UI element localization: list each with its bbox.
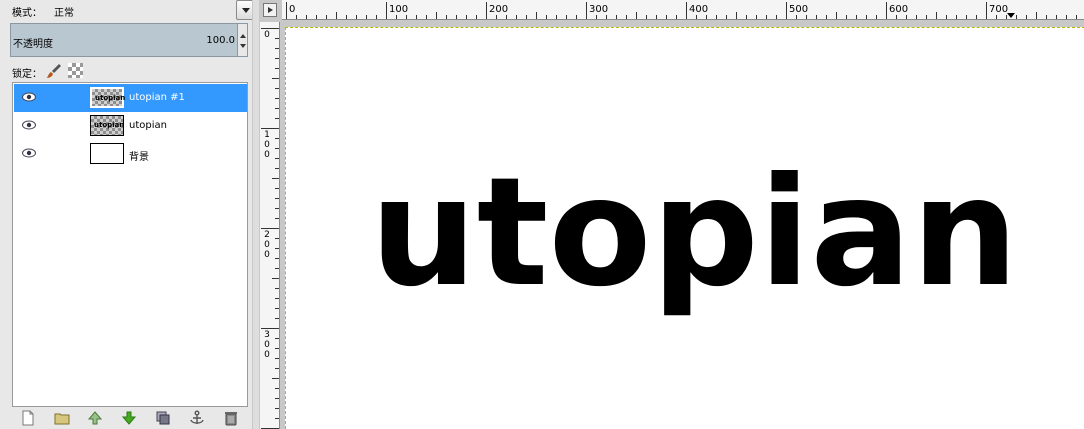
anchor-layer-icon[interactable] bbox=[189, 410, 205, 426]
image-canvas[interactable]: utopian bbox=[285, 27, 1084, 429]
thumbnail-text: utopian bbox=[95, 94, 126, 102]
eye-icon[interactable] bbox=[22, 92, 36, 102]
mode-row: 模式： 正常 bbox=[8, 0, 256, 22]
layers-toolbar bbox=[12, 409, 248, 427]
ruler-label: 200 bbox=[264, 230, 270, 260]
ruler-label: 300 bbox=[589, 4, 609, 15]
opacity-label: 不透明度 bbox=[13, 39, 53, 50]
layer-group-icon[interactable] bbox=[54, 410, 70, 426]
horizontal-ruler[interactable]: 0 100 200 300 400 500 600 700 bbox=[282, 0, 1084, 20]
lock-row: 锁定： bbox=[12, 62, 248, 80]
layer-thumbnail: utopian bbox=[90, 87, 126, 108]
ruler-label: 100 bbox=[389, 4, 409, 15]
ruler-label: 0 bbox=[264, 30, 270, 40]
lock-pixels-brush-icon[interactable] bbox=[46, 63, 62, 79]
layer-row-utopian-1[interactable]: utopian utopian #1 bbox=[14, 84, 247, 112]
opacity-slider[interactable]: 不透明度 100.0 bbox=[10, 23, 248, 57]
ruler-label: 200 bbox=[489, 4, 509, 15]
layer-name[interactable]: utopian #1 bbox=[129, 92, 185, 103]
eye-icon[interactable] bbox=[22, 148, 36, 158]
lower-layer-icon[interactable] bbox=[121, 410, 137, 426]
mode-label: 模式： bbox=[12, 8, 42, 19]
mode-select[interactable]: 正常 bbox=[54, 4, 74, 19]
lock-alpha-checker-icon[interactable] bbox=[68, 63, 83, 78]
ruler-label: 600 bbox=[889, 4, 909, 15]
layers-panel: 模式： 正常 不透明度 100.0 锁定： utopian utopian #1… bbox=[0, 0, 256, 429]
opacity-value[interactable]: 100.0 bbox=[206, 35, 235, 46]
ruler-label: 500 bbox=[789, 4, 809, 15]
duplicate-layer-icon[interactable] bbox=[155, 410, 171, 426]
new-layer-icon[interactable] bbox=[20, 410, 36, 426]
ruler-pointer-icon bbox=[1007, 13, 1015, 18]
canvas-text: utopian bbox=[370, 146, 1019, 320]
ruler-label: 0 bbox=[289, 4, 296, 15]
delete-layer-icon[interactable] bbox=[223, 410, 239, 426]
ruler-label: 300 bbox=[264, 330, 270, 360]
ruler-label: 400 bbox=[689, 4, 709, 15]
image-canvas-area: 0 100 200 300 400 500 600 700 0 100 200 … bbox=[260, 0, 1084, 429]
panel-splitter[interactable] bbox=[252, 0, 260, 429]
eye-icon[interactable] bbox=[22, 120, 36, 130]
opacity-spinner[interactable] bbox=[237, 24, 247, 56]
raise-layer-icon[interactable] bbox=[87, 410, 103, 426]
layers-list: utopian utopian #1 utopian utopian 背景 bbox=[12, 82, 248, 407]
ruler-label: 100 bbox=[264, 130, 270, 160]
layer-thumbnail bbox=[90, 143, 124, 164]
layer-name[interactable]: 背景 bbox=[129, 148, 149, 163]
ruler-ticks bbox=[261, 28, 279, 429]
layer-row-background[interactable]: 背景 bbox=[14, 140, 247, 168]
layer-row-utopian[interactable]: utopian utopian bbox=[14, 112, 247, 140]
quick-mask-navigate-icon[interactable] bbox=[263, 3, 277, 17]
layer-name[interactable]: utopian bbox=[129, 120, 167, 131]
thumbnail-text: utopian bbox=[94, 121, 125, 129]
vertical-ruler[interactable]: 0 100 200 300 bbox=[260, 22, 280, 429]
layer-thumbnail: utopian bbox=[90, 115, 124, 136]
ruler-label: 700 bbox=[989, 4, 1009, 15]
lock-label: 锁定： bbox=[12, 69, 42, 80]
